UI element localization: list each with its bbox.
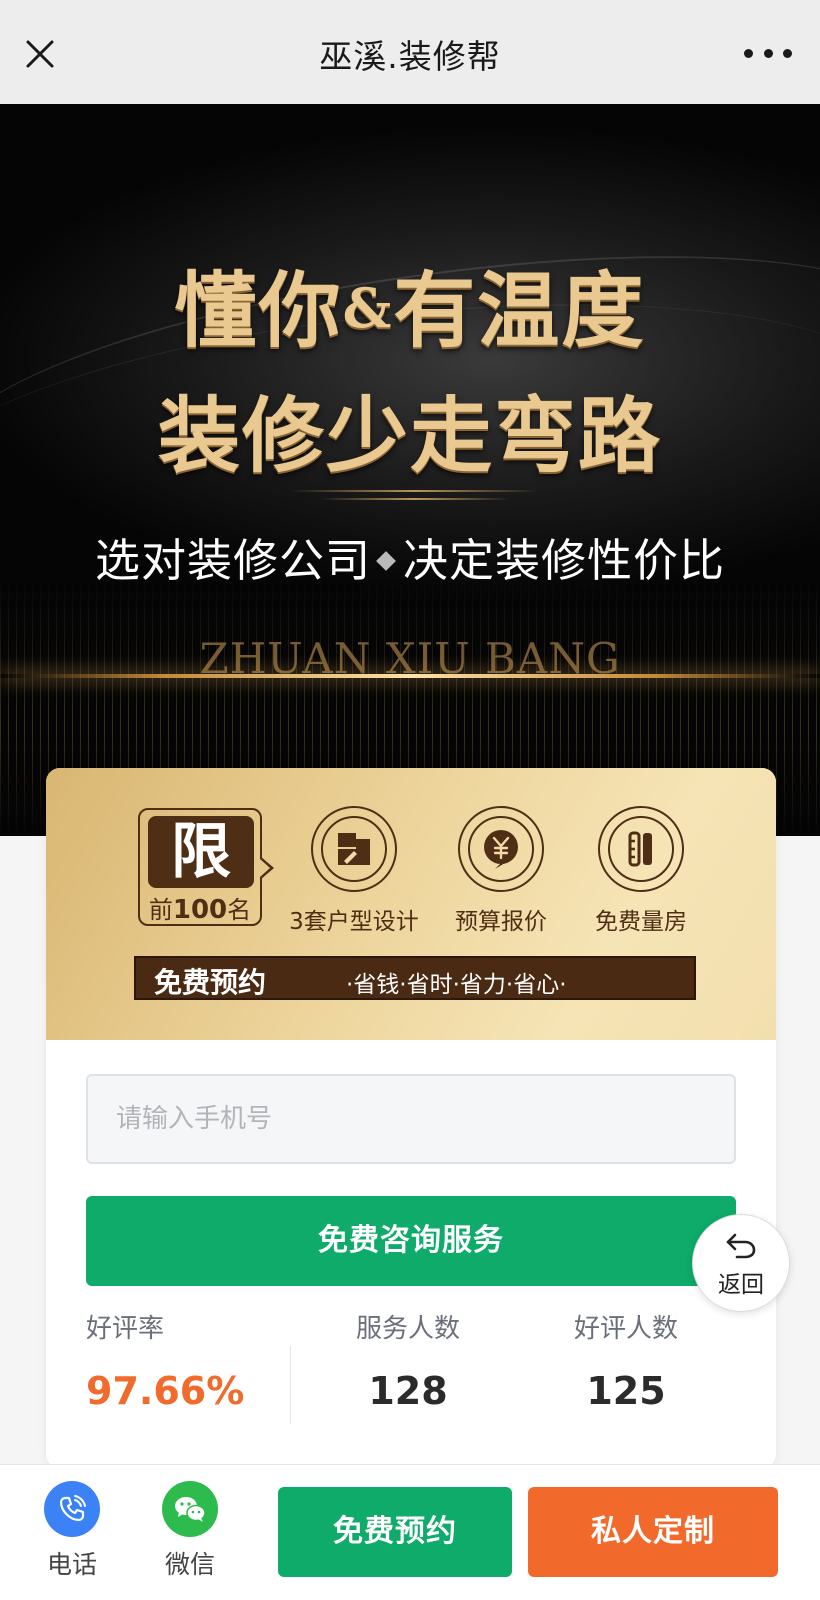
divider [320,498,510,500]
more-options-icon[interactable] [744,38,792,68]
phone-call-button[interactable]: 电话 [32,1481,112,1581]
wechat-icon [175,1497,206,1522]
hero-headline-2: 装修少走弯路 [157,388,662,484]
private-custom-button[interactable]: 私人定制 [528,1487,778,1577]
signup-card: 限 前100名 3套户型设计 预算报价 免费量房 免费预约 ·省钱·省时·省力·… [46,768,776,1468]
stat-served: 服务人数 128 [355,1314,460,1413]
top-nav-bar: 巫溪.装修帮 [0,0,820,104]
page-title: 巫溪.装修帮 [319,37,501,76]
promo-ribbon: 免费预约 ·省钱·省时·省力·省心· [134,956,696,1000]
return-arrow-icon [726,1233,756,1259]
promo-panel: 限 前100名 3套户型设计 预算报价 免费量房 免费预约 ·省钱·省时·省力·… [46,768,776,1040]
back-button[interactable]: 返回 [692,1214,790,1312]
phone-input[interactable]: 请输入手机号 [86,1074,736,1164]
divider [290,490,540,492]
yuan-icon [484,830,518,869]
phone-icon [59,1495,86,1522]
decorative-glow-line [0,674,820,678]
hero-headline-1: 懂你&有温度 [174,263,646,359]
stat-positive: 好评人数 125 [573,1314,678,1413]
feature-floorplan: 3套户型设计 [284,806,424,936]
diamond-icon [376,551,396,571]
feature-label: 免费量房 [595,909,687,935]
stat-rating: 好评率 97.66% [86,1314,245,1413]
divider [290,1346,291,1424]
feature-measure: 免费量房 [571,806,711,936]
bottom-action-bar: 电话 微信 免费预约 私人定制 [0,1464,820,1600]
floorplan-icon [338,833,370,865]
stats-row: 好评率 97.66% 服务人数 128 好评人数 125 [46,1308,776,1448]
ruler-icon [628,831,652,867]
feature-label: 3套户型设计 [289,909,419,935]
wechat-button[interactable]: 微信 [150,1481,230,1581]
free-consult-button[interactable]: 免费咨询服务 [86,1196,736,1286]
hero-banner: 懂你&有温度 装修少走弯路 选对装修公司 决定装修性价比 ZHUAN XIU BA… [0,104,820,836]
feature-label: 预算报价 [455,909,547,935]
feature-budget: 预算报价 [431,806,571,936]
free-booking-button[interactable]: 免费预约 [278,1487,512,1577]
limited-badge: 限 前100名 [138,808,274,926]
